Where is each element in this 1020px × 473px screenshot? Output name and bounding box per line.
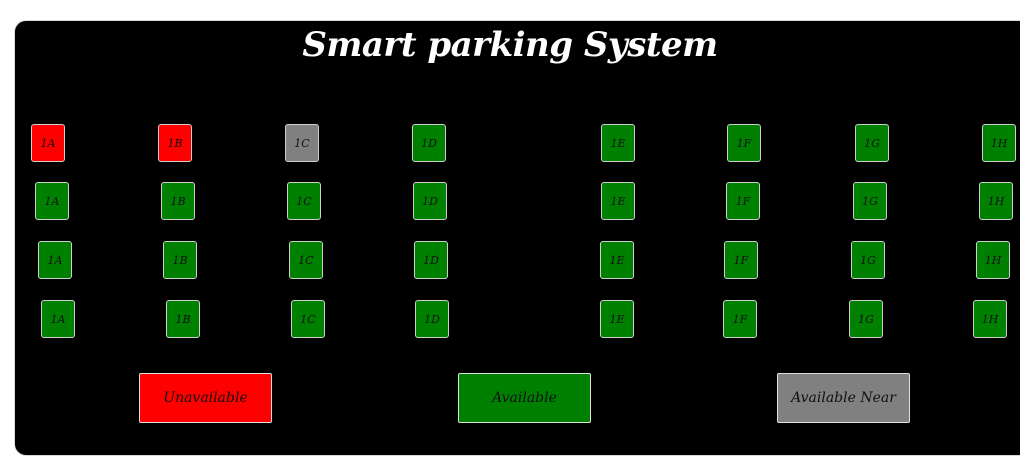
legend-available: Available: [458, 373, 591, 423]
parking-slot-1c-row1[interactable]: 1C: [285, 124, 319, 162]
parking-slot-1c-row3[interactable]: 1C: [289, 241, 323, 279]
parking-slot-1d-row2[interactable]: 1D: [413, 182, 447, 220]
parking-slot-1d-row3[interactable]: 1D: [414, 241, 448, 279]
parking-slot-1b-row2[interactable]: 1B: [161, 182, 195, 220]
parking-slot-1d-row1[interactable]: 1D: [412, 124, 446, 162]
parking-slot-1a-row4[interactable]: 1A: [41, 300, 75, 338]
parking-slot-1h-row3[interactable]: 1H: [976, 241, 1010, 279]
parking-slot-1h-row2[interactable]: 1H: [979, 182, 1013, 220]
parking-slot-1c-row4[interactable]: 1C: [291, 300, 325, 338]
legend-unavailable: Unavailable: [139, 373, 272, 423]
parking-slot-1f-row2[interactable]: 1F: [726, 182, 760, 220]
page-title: Smart parking System: [302, 25, 718, 65]
parking-slot-1e-row2[interactable]: 1E: [601, 182, 635, 220]
parking-slot-1f-row1[interactable]: 1F: [727, 124, 761, 162]
parking-slot-1d-row4[interactable]: 1D: [415, 300, 449, 338]
parking-slot-1a-row2[interactable]: 1A: [35, 182, 69, 220]
parking-slot-1e-row4[interactable]: 1E: [600, 300, 634, 338]
parking-slot-1h-row1[interactable]: 1H: [982, 124, 1016, 162]
parking-slot-1f-row4[interactable]: 1F: [723, 300, 757, 338]
parking-slot-1b-row4[interactable]: 1B: [166, 300, 200, 338]
parking-slot-1e-row3[interactable]: 1E: [600, 241, 634, 279]
parking-slot-1g-row4[interactable]: 1G: [849, 300, 883, 338]
parking-slot-1b-row1[interactable]: 1B: [158, 124, 192, 162]
parking-slot-1b-row3[interactable]: 1B: [163, 241, 197, 279]
parking-slot-1h-row4[interactable]: 1H: [973, 300, 1007, 338]
parking-slot-1g-row1[interactable]: 1G: [855, 124, 889, 162]
parking-slot-1g-row3[interactable]: 1G: [851, 241, 885, 279]
parking-slot-1c-row2[interactable]: 1C: [287, 182, 321, 220]
parking-slot-1e-row1[interactable]: 1E: [601, 124, 635, 162]
parking-slot-1f-row3[interactable]: 1F: [724, 241, 758, 279]
parking-slot-1a-row3[interactable]: 1A: [38, 241, 72, 279]
parking-slot-1a-row1[interactable]: 1A: [31, 124, 65, 162]
parking-slot-1g-row2[interactable]: 1G: [853, 182, 887, 220]
legend-available-near: Available Near: [777, 373, 910, 423]
